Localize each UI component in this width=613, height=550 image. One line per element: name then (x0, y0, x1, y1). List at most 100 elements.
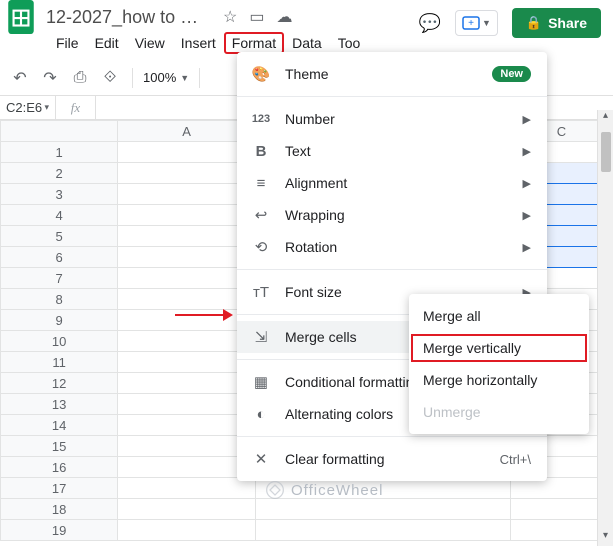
theme-icon: 🎨 (251, 65, 271, 83)
cell-A13[interactable] (118, 394, 256, 415)
scrollbar-thumb[interactable] (601, 132, 611, 172)
cell-A7[interactable] (118, 268, 256, 289)
scroll-down-icon[interactable]: ▾ (598, 530, 613, 546)
cell-A19[interactable] (118, 520, 256, 541)
submenu-arrow-icon: ▶ (523, 177, 531, 190)
row-header-13[interactable]: 13 (1, 394, 118, 415)
row-header-6[interactable]: 6 (1, 247, 118, 268)
merge-submenu: Merge all Merge vertically Merge horizon… (409, 294, 589, 434)
menu-insert[interactable]: Insert (173, 32, 224, 54)
cell-A11[interactable] (118, 352, 256, 373)
menu-text[interactable]: B Text ▶ (237, 135, 547, 167)
svg-text:+: + (468, 18, 474, 29)
cell-A17[interactable] (118, 478, 256, 499)
col-header-A[interactable]: A (118, 121, 256, 142)
shortcut-label: Ctrl+\ (500, 452, 531, 467)
name-box[interactable]: C2:E6 ▾ (0, 96, 56, 119)
cell-A4[interactable] (118, 205, 256, 226)
row-header-12[interactable]: 12 (1, 373, 118, 394)
conditional-icon: ▦ (251, 373, 271, 391)
clear-icon: ✕ (251, 450, 271, 468)
cell-A12[interactable] (118, 373, 256, 394)
row-header-15[interactable]: 15 (1, 436, 118, 457)
row-header-1[interactable]: 1 (1, 142, 118, 163)
unmerge: Unmerge (409, 396, 589, 428)
row-header-5[interactable]: 5 (1, 226, 118, 247)
row-header-18[interactable]: 18 (1, 499, 118, 520)
number-icon: 123 (251, 113, 271, 125)
row-header-4[interactable]: 4 (1, 205, 118, 226)
wrapping-icon: ↩ (251, 206, 271, 224)
menu-alignment[interactable]: ≡ Alignment ▶ (237, 167, 547, 199)
row-header-10[interactable]: 10 (1, 331, 118, 352)
row-header-7[interactable]: 7 (1, 268, 118, 289)
submenu-arrow-icon: ▶ (523, 113, 531, 126)
cell-A10[interactable] (118, 331, 256, 352)
menu-tools[interactable]: Too (330, 32, 369, 54)
row-header-17[interactable]: 17 (1, 478, 118, 499)
cell-A16[interactable] (118, 457, 256, 478)
cell-A2[interactable] (118, 163, 256, 184)
merge-vertically[interactable]: Merge vertically (409, 332, 589, 364)
present-button[interactable]: + ▼ (455, 10, 498, 36)
menu-format[interactable]: Format (224, 32, 284, 54)
row-header-16[interactable]: 16 (1, 457, 118, 478)
cell-A1[interactable] (118, 142, 256, 163)
sheets-app-icon[interactable] (8, 0, 34, 34)
menu-rotation[interactable]: ⟲ Rotation ▶ (237, 231, 547, 263)
menu-clear-formatting[interactable]: ✕ Clear formatting Ctrl+\ (237, 443, 547, 475)
scroll-up-icon[interactable]: ▴ (598, 110, 613, 126)
document-title[interactable]: 12-2027_how to mer... (46, 7, 211, 28)
menu-edit[interactable]: Edit (87, 32, 127, 54)
comments-icon[interactable]: 💬 (419, 13, 441, 34)
menu-wrapping[interactable]: ↩ Wrapping ▶ (237, 199, 547, 231)
vertical-scrollbar[interactable]: ▴ ▾ (597, 110, 613, 546)
fontsize-icon: тT (251, 284, 271, 301)
new-badge: New (492, 66, 531, 82)
alternating-icon: ◐ (251, 406, 271, 423)
row-header-11[interactable]: 11 (1, 352, 118, 373)
redo-button[interactable]: ↷ (38, 66, 62, 90)
chevron-down-icon: ▾ (44, 102, 49, 113)
cell-A15[interactable] (118, 436, 256, 457)
merge-all[interactable]: Merge all (409, 300, 589, 332)
alignment-icon: ≡ (251, 175, 271, 192)
chevron-down-icon: ▼ (482, 18, 491, 28)
undo-button[interactable]: ↶ (8, 66, 32, 90)
row-header-9[interactable]: 9 (1, 310, 118, 331)
menu-view[interactable]: View (127, 32, 173, 54)
cell-A18[interactable] (118, 499, 256, 520)
zoom-select[interactable]: 100% ▼ (143, 70, 189, 85)
annotation-arrow (175, 307, 233, 323)
share-button[interactable]: 🔒 Share (512, 8, 601, 38)
cell-B18[interactable] (255, 499, 510, 520)
merge-horizontally[interactable]: Merge horizontally (409, 364, 589, 396)
menu-file[interactable]: File (48, 32, 87, 54)
cell-A3[interactable] (118, 184, 256, 205)
paint-format-button[interactable]: ⟐ (98, 66, 122, 90)
chevron-down-icon: ▼ (180, 73, 189, 83)
bold-icon: B (251, 143, 271, 160)
star-icon[interactable]: ☆ (223, 7, 237, 27)
move-icon[interactable]: ▭ (249, 7, 264, 27)
row-header-8[interactable]: 8 (1, 289, 118, 310)
cell-B19[interactable] (255, 520, 510, 541)
cell-A5[interactable] (118, 226, 256, 247)
cell-A6[interactable] (118, 247, 256, 268)
rotation-icon: ⟲ (251, 238, 271, 256)
row-header-14[interactable]: 14 (1, 415, 118, 436)
lock-icon: 🔒 (526, 15, 542, 31)
row-header-19[interactable]: 19 (1, 520, 118, 541)
row-header-2[interactable]: 2 (1, 163, 118, 184)
watermark: OfficeWheel (265, 480, 383, 500)
cell-A14[interactable] (118, 415, 256, 436)
submenu-arrow-icon: ▶ (523, 145, 531, 158)
cloud-status-icon: ☁ (276, 7, 292, 27)
fx-label: fx (56, 96, 96, 119)
print-button[interactable]: ⎙ (68, 66, 92, 90)
menu-number[interactable]: 123 Number ▶ (237, 103, 547, 135)
menu-theme[interactable]: 🎨 Theme New (237, 58, 547, 90)
row-header-3[interactable]: 3 (1, 184, 118, 205)
submenu-arrow-icon: ▶ (523, 241, 531, 254)
menu-data[interactable]: Data (284, 32, 330, 54)
